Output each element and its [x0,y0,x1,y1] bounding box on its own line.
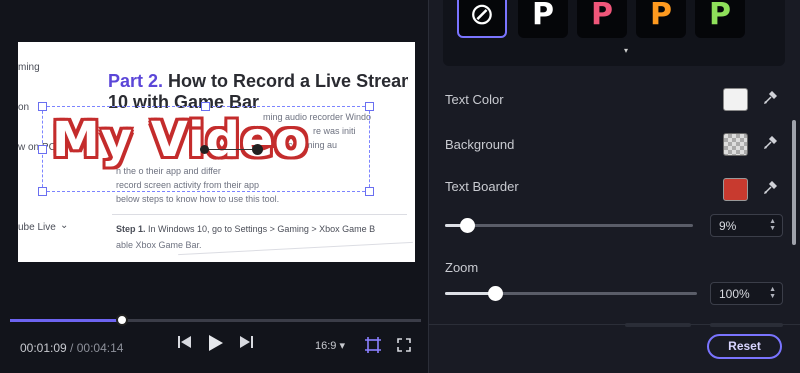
resize-handle[interactable] [38,187,47,196]
style-preset-orange[interactable]: P [636,0,686,38]
document-heading: Part 2. How to Record a Live Stream [108,71,408,91]
panel-scrollbar[interactable] [792,120,796,245]
border-size-input[interactable]: 9% ▲ ▼ [710,214,783,237]
slider-knob[interactable] [460,218,476,233]
background-label: Background [445,137,515,152]
resize-handle[interactable] [38,102,47,111]
timeline-progress[interactable] [10,314,421,326]
zoom-label: Zoom [445,260,479,275]
rotate-pivot[interactable] [200,145,209,154]
style-presets: ⊘ P P P P ▾ [443,0,785,66]
text-border-label: Text Boarder [445,179,519,194]
style-preset-green[interactable]: P [695,0,745,38]
skip-back-icon[interactable] [177,335,192,352]
divider [112,214,407,215]
stepper-arrows-icon[interactable]: ▲ ▼ [769,218,776,232]
reset-button[interactable]: Reset [707,334,782,359]
nav-item: on [18,102,30,113]
skip-forward-icon[interactable] [239,335,254,352]
background-swatch[interactable] [723,133,748,156]
no-style-icon: ⊘ [469,0,495,32]
style-preset-pink[interactable]: P [577,0,627,38]
step-line: able Xbox Game Bar. [116,240,202,250]
playhead[interactable] [115,314,128,326]
resize-handle[interactable] [38,145,47,154]
stepper-arrows-icon[interactable]: ▲ ▼ [769,286,776,300]
eyedropper-icon[interactable] [763,135,778,153]
resize-handle[interactable] [365,102,374,111]
play-icon[interactable] [208,335,223,354]
text-border-swatch[interactable] [723,178,748,201]
current-time: 00:01:09 [20,341,67,355]
style-preset-white[interactable]: P [518,0,568,38]
time-display: 00:01:09 / 00:04:14 [20,341,124,355]
border-size-slider[interactable] [445,218,693,233]
eyedropper-icon[interactable] [763,180,778,198]
eyedropper-icon[interactable] [763,90,778,108]
rotate-handle[interactable] [252,144,263,155]
duration: 00:04:14 [76,341,124,355]
crop-frame-icon[interactable] [365,337,381,356]
footer-divider [429,324,800,325]
zoom-slider[interactable] [445,286,697,301]
nav-item: ube Live [18,222,56,233]
rotate-arm [204,149,256,150]
aspect-ratio-select[interactable]: 16:9 ▾ [315,339,345,352]
resize-handle[interactable] [201,102,210,111]
properties-panel: ⊘ P P P P ▾ Text Color Background Text B… [429,0,800,373]
preview-area: ming on w on PC ube Live ⌄ Part 2. How t… [0,0,428,373]
text-color-swatch[interactable] [723,88,748,111]
style-preset-none[interactable]: ⊘ [457,0,507,38]
expand-presets-icon[interactable]: ▾ [624,46,628,55]
video-preview[interactable]: ming on w on PC ube Live ⌄ Part 2. How t… [18,42,415,262]
chevron-down-icon: ⌄ [60,220,69,231]
fullscreen-icon[interactable] [397,338,411,355]
progress-fill [10,319,122,322]
resize-handle[interactable] [365,187,374,196]
step-line: Step 1. In Windows 10, go to Settings > … [116,224,376,234]
paragraph-line: below steps to know how to use this tool… [116,194,280,204]
slider-knob[interactable] [488,286,504,301]
nav-item: ming [18,62,40,73]
divider [178,241,413,256]
text-color-label: Text Color [445,92,504,107]
zoom-input[interactable]: 100% ▲ ▼ [710,282,783,305]
